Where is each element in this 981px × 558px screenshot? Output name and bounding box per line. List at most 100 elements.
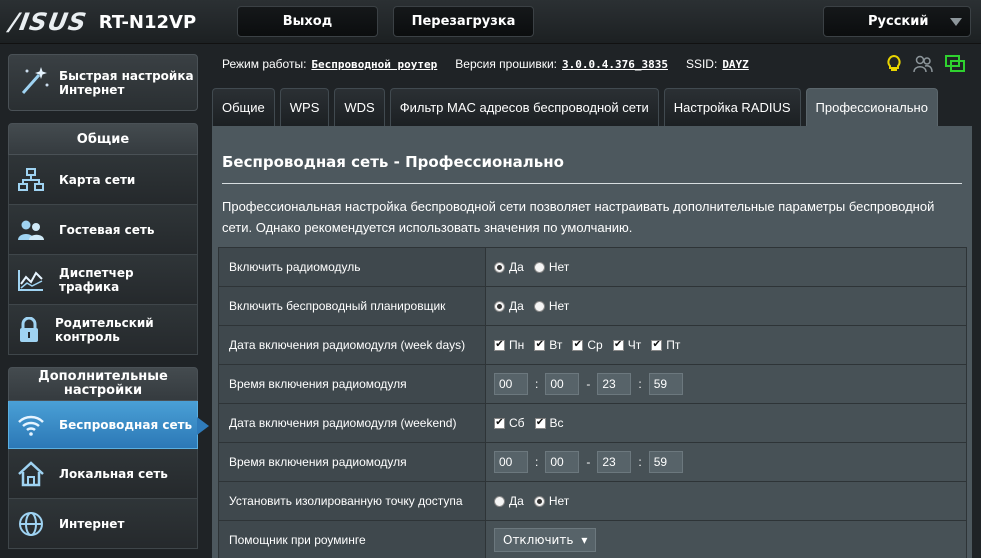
sidebar-item-wireless[interactable]: Беспроводная сеть — [8, 401, 209, 449]
setting-label: Время включения радиомодуля — [218, 443, 486, 481]
checkbox[interactable]: ✔ — [494, 417, 505, 429]
radio-enable-yes[interactable]: Да — [494, 260, 524, 274]
clients-icon[interactable] — [913, 55, 933, 78]
time-colon: : — [638, 377, 642, 391]
bulb-icon[interactable] — [887, 54, 901, 78]
sidebar-item-label: Родительский контроль — [55, 315, 154, 344]
sidebar-item-internet[interactable]: Интернет — [8, 499, 198, 549]
scheduler-no[interactable]: Нет — [533, 299, 570, 313]
firmware-link[interactable]: 3.0.0.4.376_3835 — [562, 58, 668, 71]
usb-icon[interactable] — [945, 55, 965, 78]
globe-icon — [17, 510, 45, 538]
checkbox[interactable]: ✔ — [534, 417, 546, 429]
time-colon: : — [535, 455, 539, 469]
checkbox[interactable]: ✔ — [534, 339, 546, 351]
weekday-tuesday[interactable]: ✔ Вт — [534, 338, 562, 352]
checkbox[interactable]: ✔ — [572, 339, 584, 351]
weekday-thursday[interactable]: ✔ Чт — [612, 338, 641, 352]
settings-panel: Беспроводная сеть - Профессионально Проф… — [212, 126, 972, 558]
weekday-start-hour-input[interactable]: 00 — [494, 373, 528, 395]
option-label: Нет — [548, 494, 570, 508]
sidebar-item-label: Гостевая сеть — [59, 222, 155, 237]
chevron-down-icon — [950, 18, 962, 26]
sidebar-item-label: Интернет — [59, 516, 125, 531]
weekend-start-minute-input[interactable]: 00 — [545, 451, 580, 473]
radio-enable-no[interactable]: Нет — [533, 260, 570, 274]
scheduler-yes[interactable]: Да — [494, 299, 524, 313]
radio-button[interactable] — [533, 261, 545, 273]
mode-link[interactable]: Беспроводной роутер — [311, 58, 437, 71]
table-row: Дата включения радиомодуля (weekend) ✔ Сб… — [218, 404, 967, 443]
radio-button[interactable] — [533, 300, 545, 312]
sidebar-item-network-map[interactable]: Карта сети — [8, 155, 198, 205]
ssid-link[interactable]: DAYZ — [722, 58, 749, 71]
tab-wds[interactable]: WDS — [334, 88, 385, 126]
roaming-select[interactable]: Отключить ▾ — [494, 528, 597, 552]
isolation-no[interactable]: Нет — [533, 494, 570, 508]
tab-general[interactable]: Общие — [212, 88, 275, 126]
logout-button[interactable]: Выход — [237, 6, 378, 37]
sidebar-item-label: Беспроводная сеть — [59, 417, 193, 432]
wifi-icon — [17, 411, 45, 439]
radio-button[interactable] — [533, 495, 545, 507]
weekday-start-minute-input[interactable]: 00 — [545, 373, 580, 395]
sidebar-item-label: Локальная сеть — [59, 466, 168, 481]
top-bar: /ISUS RT-N12VP Выход Перезагрузка Русски… — [0, 0, 981, 44]
status-icons — [887, 54, 965, 78]
sidebar-item-lan[interactable]: Локальная сеть — [8, 449, 198, 499]
weekday-monday[interactable]: ✔ Пн — [494, 338, 524, 352]
checkbox[interactable]: ✔ — [612, 339, 624, 351]
quick-setup-button[interactable]: Быстрая настройка Интернет — [8, 54, 198, 111]
advanced-group-title: Дополнительные настройки — [8, 367, 198, 401]
option-label: Пн — [509, 338, 525, 352]
sidebar-item-traffic-manager[interactable]: Диспетчер трафика — [8, 255, 198, 305]
setting-value: Да Нет — [486, 287, 967, 325]
weekend-end-minute-input[interactable]: 59 — [648, 451, 683, 473]
option-label: Да — [509, 299, 524, 313]
option-label: Сб — [509, 416, 525, 430]
ssid-label: SSID: — [685, 57, 718, 71]
weekend-start-hour-input[interactable]: 00 — [494, 451, 528, 473]
traffic-manager-icon — [17, 266, 45, 294]
time-colon: : — [638, 455, 642, 469]
checkbox[interactable]: ✔ — [651, 339, 663, 351]
quick-setup-label: Быстрая настройка Интернет — [59, 68, 194, 97]
sidebar-item-guest-network[interactable]: Гостевая сеть — [8, 205, 198, 255]
router-model: RT-N12VP — [98, 11, 197, 33]
setting-value: Отключить ▾ — [486, 521, 967, 558]
weekend-saturday[interactable]: ✔ Сб — [494, 416, 525, 430]
option-label: Нет — [548, 260, 570, 274]
tab-professional[interactable]: Профессионально — [805, 88, 938, 126]
table-row: Включить радиомодуль Да Нет — [218, 248, 967, 287]
option-label: Нет — [548, 299, 570, 313]
weekend-end-hour-input[interactable]: 23 — [597, 451, 632, 473]
sidebar-item-label: Карта сети — [59, 172, 136, 187]
setting-label: Время включения радиомодуля — [218, 365, 486, 403]
mode-label: Режим работы: — [222, 57, 307, 71]
weekday-wednesday[interactable]: ✔ Ср — [572, 338, 603, 352]
weekday-end-hour-input[interactable]: 23 — [597, 373, 632, 395]
weekend-sunday[interactable]: ✔ Вс — [534, 416, 564, 430]
settings-table: Включить радиомодуль Да Нет Включить бес… — [218, 247, 967, 558]
language-select[interactable]: Русский — [823, 6, 971, 37]
sidebar-item-parental-control[interactable]: Родительский контроль — [8, 305, 198, 355]
setting-label: Дата включения радиомодуля (weekend) — [218, 404, 486, 442]
magic-wand-icon — [17, 63, 51, 102]
table-row: Время включения радиомодуля 00 : 00 - 23… — [218, 443, 967, 482]
reboot-button[interactable]: Перезагрузка — [393, 6, 534, 37]
weekday-friday[interactable]: ✔ Пт — [651, 338, 680, 352]
option-label: Вт — [549, 338, 563, 352]
checkbox[interactable]: ✔ — [494, 339, 505, 351]
radio-button[interactable] — [494, 300, 505, 312]
radio-button[interactable] — [494, 495, 505, 507]
tab-wps[interactable]: WPS — [279, 88, 330, 126]
setting-label: Включить беспроводный планировщик — [218, 287, 486, 325]
option-label: Вс — [549, 416, 564, 430]
radio-button[interactable] — [494, 261, 505, 273]
tab-radius[interactable]: Настройка RADIUS — [663, 88, 801, 126]
table-row: Включить беспроводный планировщик Да Нет — [218, 287, 967, 326]
tab-mac-filter[interactable]: Фильтр MAC адресов беспроводной сети — [389, 88, 659, 126]
weekday-end-minute-input[interactable]: 59 — [648, 373, 683, 395]
page-title: Беспроводная сеть - Профессионально — [222, 153, 564, 171]
isolation-yes[interactable]: Да — [494, 494, 524, 508]
